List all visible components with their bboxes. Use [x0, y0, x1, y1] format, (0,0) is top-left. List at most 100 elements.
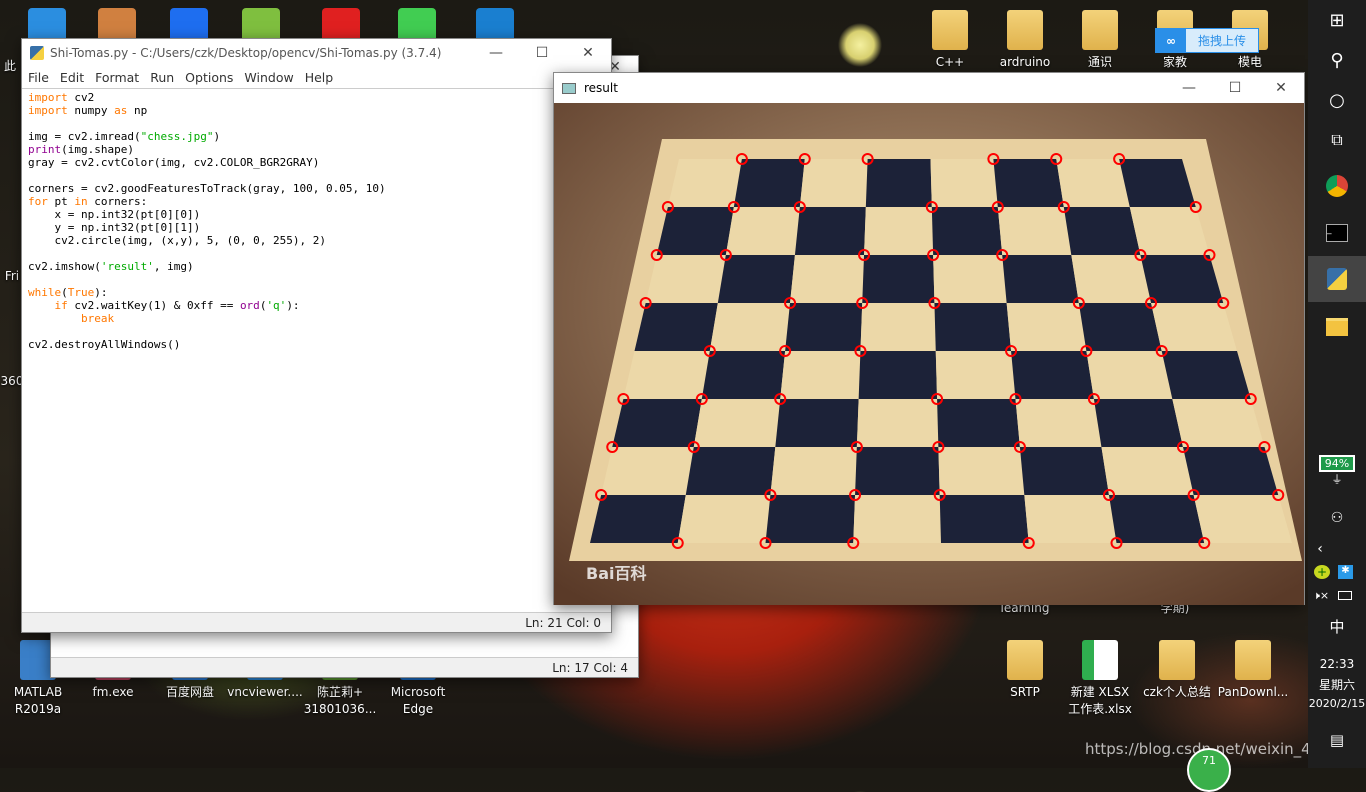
people-icon[interactable]: ⚇ — [1308, 508, 1366, 528]
board-square — [785, 303, 863, 351]
plug-icon: ⏚ — [1331, 473, 1343, 486]
menu-help[interactable]: Help — [305, 67, 341, 88]
result-window[interactable]: result — ☐ ✕ Bai百科 — [553, 72, 1305, 605]
folder-icon — [1007, 10, 1043, 50]
label: ardruino — [999, 55, 1051, 69]
board-square — [1129, 207, 1210, 255]
board-square — [1024, 495, 1117, 543]
board-square — [1093, 399, 1183, 447]
notification-badge[interactable]: 71 — [1187, 748, 1231, 792]
board-square — [780, 351, 861, 399]
board-square — [775, 399, 859, 447]
board-square — [860, 303, 936, 351]
idle-editor-window[interactable]: Shi-Tomas.py - C:/Users/czk/Desktop/open… — [21, 38, 612, 633]
folder-icon — [1235, 640, 1271, 680]
folder-icon — [1082, 10, 1118, 50]
board-square — [862, 255, 935, 303]
minimize-button[interactable]: — — [473, 39, 519, 67]
desktop-icon-partial[interactable]: 此 — [0, 58, 20, 75]
desktop-file[interactable]: PanDownl... — [1215, 640, 1291, 701]
desktop-folder[interactable]: 通识 — [1062, 10, 1138, 71]
mute-icon[interactable]: 🕨× — [1313, 589, 1329, 603]
board-square — [931, 207, 1003, 255]
board-square — [933, 255, 1007, 303]
label: PanDownl... — [1217, 685, 1289, 699]
board-square — [997, 207, 1072, 255]
close-button[interactable]: ✕ — [1258, 73, 1304, 103]
board-square — [765, 495, 856, 543]
board-square — [856, 399, 939, 447]
board-square — [935, 351, 1016, 399]
windows-start-icon[interactable]: ⊞ — [1308, 8, 1366, 32]
chrome-icon[interactable] — [1308, 172, 1366, 200]
board-square — [1161, 351, 1251, 399]
label: fm.exe — [92, 685, 134, 699]
label: MATLAB — [13, 685, 63, 699]
menu-file[interactable]: File — [28, 67, 56, 88]
close-button[interactable]: ✕ — [565, 39, 611, 67]
label: C++ — [935, 55, 965, 69]
menu-window[interactable]: Window — [244, 67, 300, 88]
chevron-left-icon[interactable]: ‹ — [1310, 540, 1330, 558]
board-square — [1193, 495, 1292, 543]
python-idle-taskbar-icon[interactable] — [1308, 256, 1366, 302]
battery-icon[interactable]: 94% — [1308, 455, 1366, 472]
battery-small-icon[interactable] — [1338, 591, 1352, 600]
task-view-icon[interactable]: ⧉ — [1308, 128, 1366, 152]
360-icon[interactable]: + — [1314, 565, 1330, 579]
clock-time[interactable]: 22:33 — [1308, 656, 1366, 672]
app-star-icon[interactable]: ✱ — [1338, 565, 1353, 579]
folder-icon — [1159, 640, 1195, 680]
board-square — [939, 495, 1029, 543]
board-square — [1063, 207, 1141, 255]
desktop-file[interactable]: SRTP — [987, 640, 1063, 701]
baidu-upload-button[interactable]: ∞ 拖拽上传 — [1155, 28, 1259, 53]
board-square — [623, 351, 710, 399]
desktop-folder[interactable]: C++ — [912, 10, 988, 71]
code-editor[interactable]: import cv2 import numpy as np img = cv2.… — [22, 89, 611, 353]
menu-run[interactable]: Run — [150, 67, 181, 88]
board-square — [667, 159, 742, 207]
desktop-file[interactable]: czk个人总结 — [1139, 640, 1215, 701]
board-square — [677, 495, 771, 543]
desktop-file[interactable]: 新建 XLSX 工作表.xlsx — [1062, 640, 1138, 718]
board-square — [701, 351, 786, 399]
file-explorer-icon[interactable] — [1308, 314, 1366, 340]
taskbar — [1308, 0, 1366, 768]
board-square — [1019, 447, 1109, 495]
board-square — [1078, 303, 1162, 351]
terminal-icon[interactable]: _ — [1308, 220, 1366, 246]
menu-options[interactable]: Options — [185, 67, 240, 88]
clock-day[interactable]: 星期六 — [1308, 676, 1366, 692]
board-square — [645, 255, 726, 303]
battery-percent: 94% — [1318, 455, 1356, 472]
result-image: Bai百科 — [554, 103, 1304, 605]
board-square — [693, 399, 781, 447]
label: vncviewer.... — [227, 685, 303, 699]
clock-date[interactable]: 2020/2/15 — [1308, 695, 1366, 711]
window-title: result — [584, 81, 618, 95]
ime-indicator[interactable]: 中 — [1308, 616, 1366, 636]
board-square — [1086, 351, 1173, 399]
label: 陈芷莉+ — [316, 685, 364, 699]
desktop-folder[interactable]: ardruino — [987, 10, 1063, 71]
board-square — [790, 255, 865, 303]
board-square — [799, 159, 868, 207]
cortana-icon[interactable]: ○ — [1308, 88, 1366, 112]
board-square — [1101, 447, 1194, 495]
board-square — [1108, 495, 1205, 543]
label: SRTP — [1010, 685, 1040, 699]
search-icon[interactable]: ⚲ — [1308, 48, 1366, 72]
maximize-button[interactable]: ☐ — [1212, 73, 1258, 103]
maximize-button[interactable]: ☐ — [519, 39, 565, 67]
minimize-button[interactable]: — — [1166, 73, 1212, 103]
python-icon — [30, 46, 44, 60]
board-square — [1011, 351, 1094, 399]
board-square — [853, 495, 941, 543]
menu-format[interactable]: Format — [95, 67, 146, 88]
notification-center-icon[interactable]: ▤ — [1308, 730, 1366, 750]
menu-edit[interactable]: Edit — [60, 67, 91, 88]
label: 百度网盘 — [165, 685, 214, 699]
label-line2: Edge — [402, 702, 434, 716]
label-line2: R2019a — [14, 702, 62, 716]
